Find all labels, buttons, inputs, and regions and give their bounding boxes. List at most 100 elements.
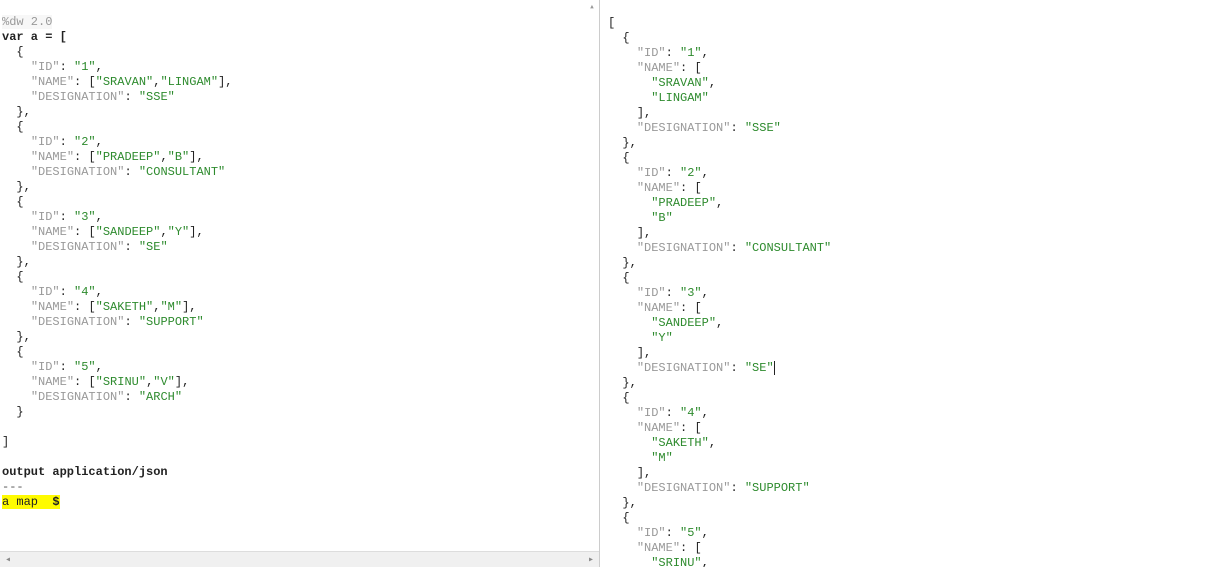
key-name: "NAME" — [637, 541, 680, 555]
input-code[interactable]: %dw 2.0 var a = [ { "ID": "1", "NAME": [… — [0, 0, 599, 510]
key-id: "ID" — [637, 46, 666, 60]
val-name2: "M" — [160, 300, 182, 314]
val-designation: "SE" — [745, 361, 774, 375]
close-brace: } — [16, 405, 23, 419]
val-designation: "SUPPORT" — [139, 315, 204, 329]
val-id: "1" — [74, 60, 96, 74]
open-brace: { — [16, 195, 23, 209]
scroll-right-icon[interactable]: ▸ — [585, 554, 597, 566]
key-name: "NAME" — [637, 301, 680, 315]
key-designation: "DESIGNATION" — [637, 481, 731, 495]
dw-version-header: %dw 2.0 — [2, 15, 52, 29]
val-name1: "SRAVAN" — [96, 75, 154, 89]
val-id: "1" — [680, 46, 702, 60]
val-name2: "B" — [168, 150, 190, 164]
key-name: "NAME" — [31, 375, 74, 389]
scroll-up-icon[interactable]: ▴ — [585, 0, 599, 14]
val-name2: "LINGAM" — [651, 91, 709, 105]
val-designation: "SSE" — [139, 90, 175, 104]
input-pane: ▴ %dw 2.0 var a = [ { "ID": "1", "NAME":… — [0, 0, 600, 567]
open-brace: { — [16, 120, 23, 134]
array-open: [ — [608, 16, 615, 30]
open-brace: { — [622, 151, 629, 165]
val-name1: "SRINU" — [651, 556, 701, 567]
key-designation: "DESIGNATION" — [637, 361, 731, 375]
open-brace: { — [16, 345, 23, 359]
open-brace: { — [16, 270, 23, 284]
var-declaration: var a = [ — [2, 30, 67, 44]
text-cursor — [774, 361, 775, 375]
val-designation: "SE" — [139, 240, 168, 254]
output-pane: [ { "ID": "1", "NAME": [ "SRAVAN", "LING… — [600, 0, 1225, 567]
val-name1: "PRADEEP" — [96, 150, 161, 164]
separator: --- — [2, 480, 24, 494]
val-name1: "SAKETH" — [651, 436, 709, 450]
key-name: "NAME" — [31, 300, 74, 314]
key-name: "NAME" — [637, 181, 680, 195]
name-close: ], — [637, 106, 651, 120]
val-name1: "PRADEEP" — [651, 196, 716, 210]
val-name1: "SRAVAN" — [651, 76, 709, 90]
key-designation: "DESIGNATION" — [31, 90, 125, 104]
output-code[interactable]: [ { "ID": "1", "NAME": [ "SRAVAN", "LING… — [608, 1, 1225, 567]
val-name1: "SANDEEP" — [96, 225, 161, 239]
open-brace: { — [622, 271, 629, 285]
key-designation: "DESIGNATION" — [637, 121, 731, 135]
output-directive: output application/json — [2, 465, 168, 479]
map-expression: a map $ — [2, 495, 60, 509]
val-designation: "SSE" — [745, 121, 781, 135]
array-close: ] — [2, 435, 9, 449]
split-editor: ▴ %dw 2.0 var a = [ { "ID": "1", "NAME":… — [0, 0, 1225, 567]
close-brace: }, — [622, 136, 636, 150]
val-id: "4" — [680, 406, 702, 420]
val-id: "3" — [680, 286, 702, 300]
val-id: "5" — [74, 360, 96, 374]
key-id: "ID" — [31, 360, 60, 374]
val-id: "2" — [680, 166, 702, 180]
val-name2: "LINGAM" — [160, 75, 218, 89]
key-id: "ID" — [31, 210, 60, 224]
val-id: "3" — [74, 210, 96, 224]
val-id: "2" — [74, 135, 96, 149]
key-name: "NAME" — [637, 421, 680, 435]
key-id: "ID" — [31, 135, 60, 149]
key-designation: "DESIGNATION" — [31, 165, 125, 179]
open-brace: { — [622, 31, 629, 45]
val-id: "4" — [74, 285, 96, 299]
scroll-track[interactable] — [14, 556, 585, 564]
key-id: "ID" — [637, 166, 666, 180]
close-brace: }, — [16, 180, 30, 194]
key-id: "ID" — [31, 60, 60, 74]
val-name1: "SAKETH" — [96, 300, 154, 314]
key-designation: "DESIGNATION" — [31, 315, 125, 329]
key-designation: "DESIGNATION" — [31, 240, 125, 254]
close-brace: }, — [16, 105, 30, 119]
val-designation: "ARCH" — [139, 390, 182, 404]
val-name1: "SANDEEP" — [651, 316, 716, 330]
open-brace: { — [622, 511, 629, 525]
name-close: ], — [637, 346, 651, 360]
key-id: "ID" — [637, 406, 666, 420]
key-id: "ID" — [637, 526, 666, 540]
key-designation: "DESIGNATION" — [31, 390, 125, 404]
val-id: "5" — [680, 526, 702, 540]
key-name: "NAME" — [31, 150, 74, 164]
name-close: ], — [637, 466, 651, 480]
key-name: "NAME" — [31, 225, 74, 239]
key-name: "NAME" — [637, 61, 680, 75]
val-name2: "B" — [651, 211, 673, 225]
key-designation: "DESIGNATION" — [637, 241, 731, 255]
val-name2: "Y" — [168, 225, 190, 239]
key-id: "ID" — [31, 285, 60, 299]
close-brace: }, — [16, 330, 30, 344]
val-designation: "CONSULTANT" — [745, 241, 831, 255]
open-brace: { — [622, 391, 629, 405]
val-name2: "Y" — [651, 331, 673, 345]
val-designation: "SUPPORT" — [745, 481, 810, 495]
val-name1: "SRINU" — [96, 375, 146, 389]
scroll-left-icon[interactable]: ◂ — [2, 554, 14, 566]
close-brace: }, — [16, 255, 30, 269]
key-id: "ID" — [637, 286, 666, 300]
horizontal-scrollbar[interactable]: ◂ ▸ — [0, 551, 599, 567]
val-name2: "M" — [651, 451, 673, 465]
